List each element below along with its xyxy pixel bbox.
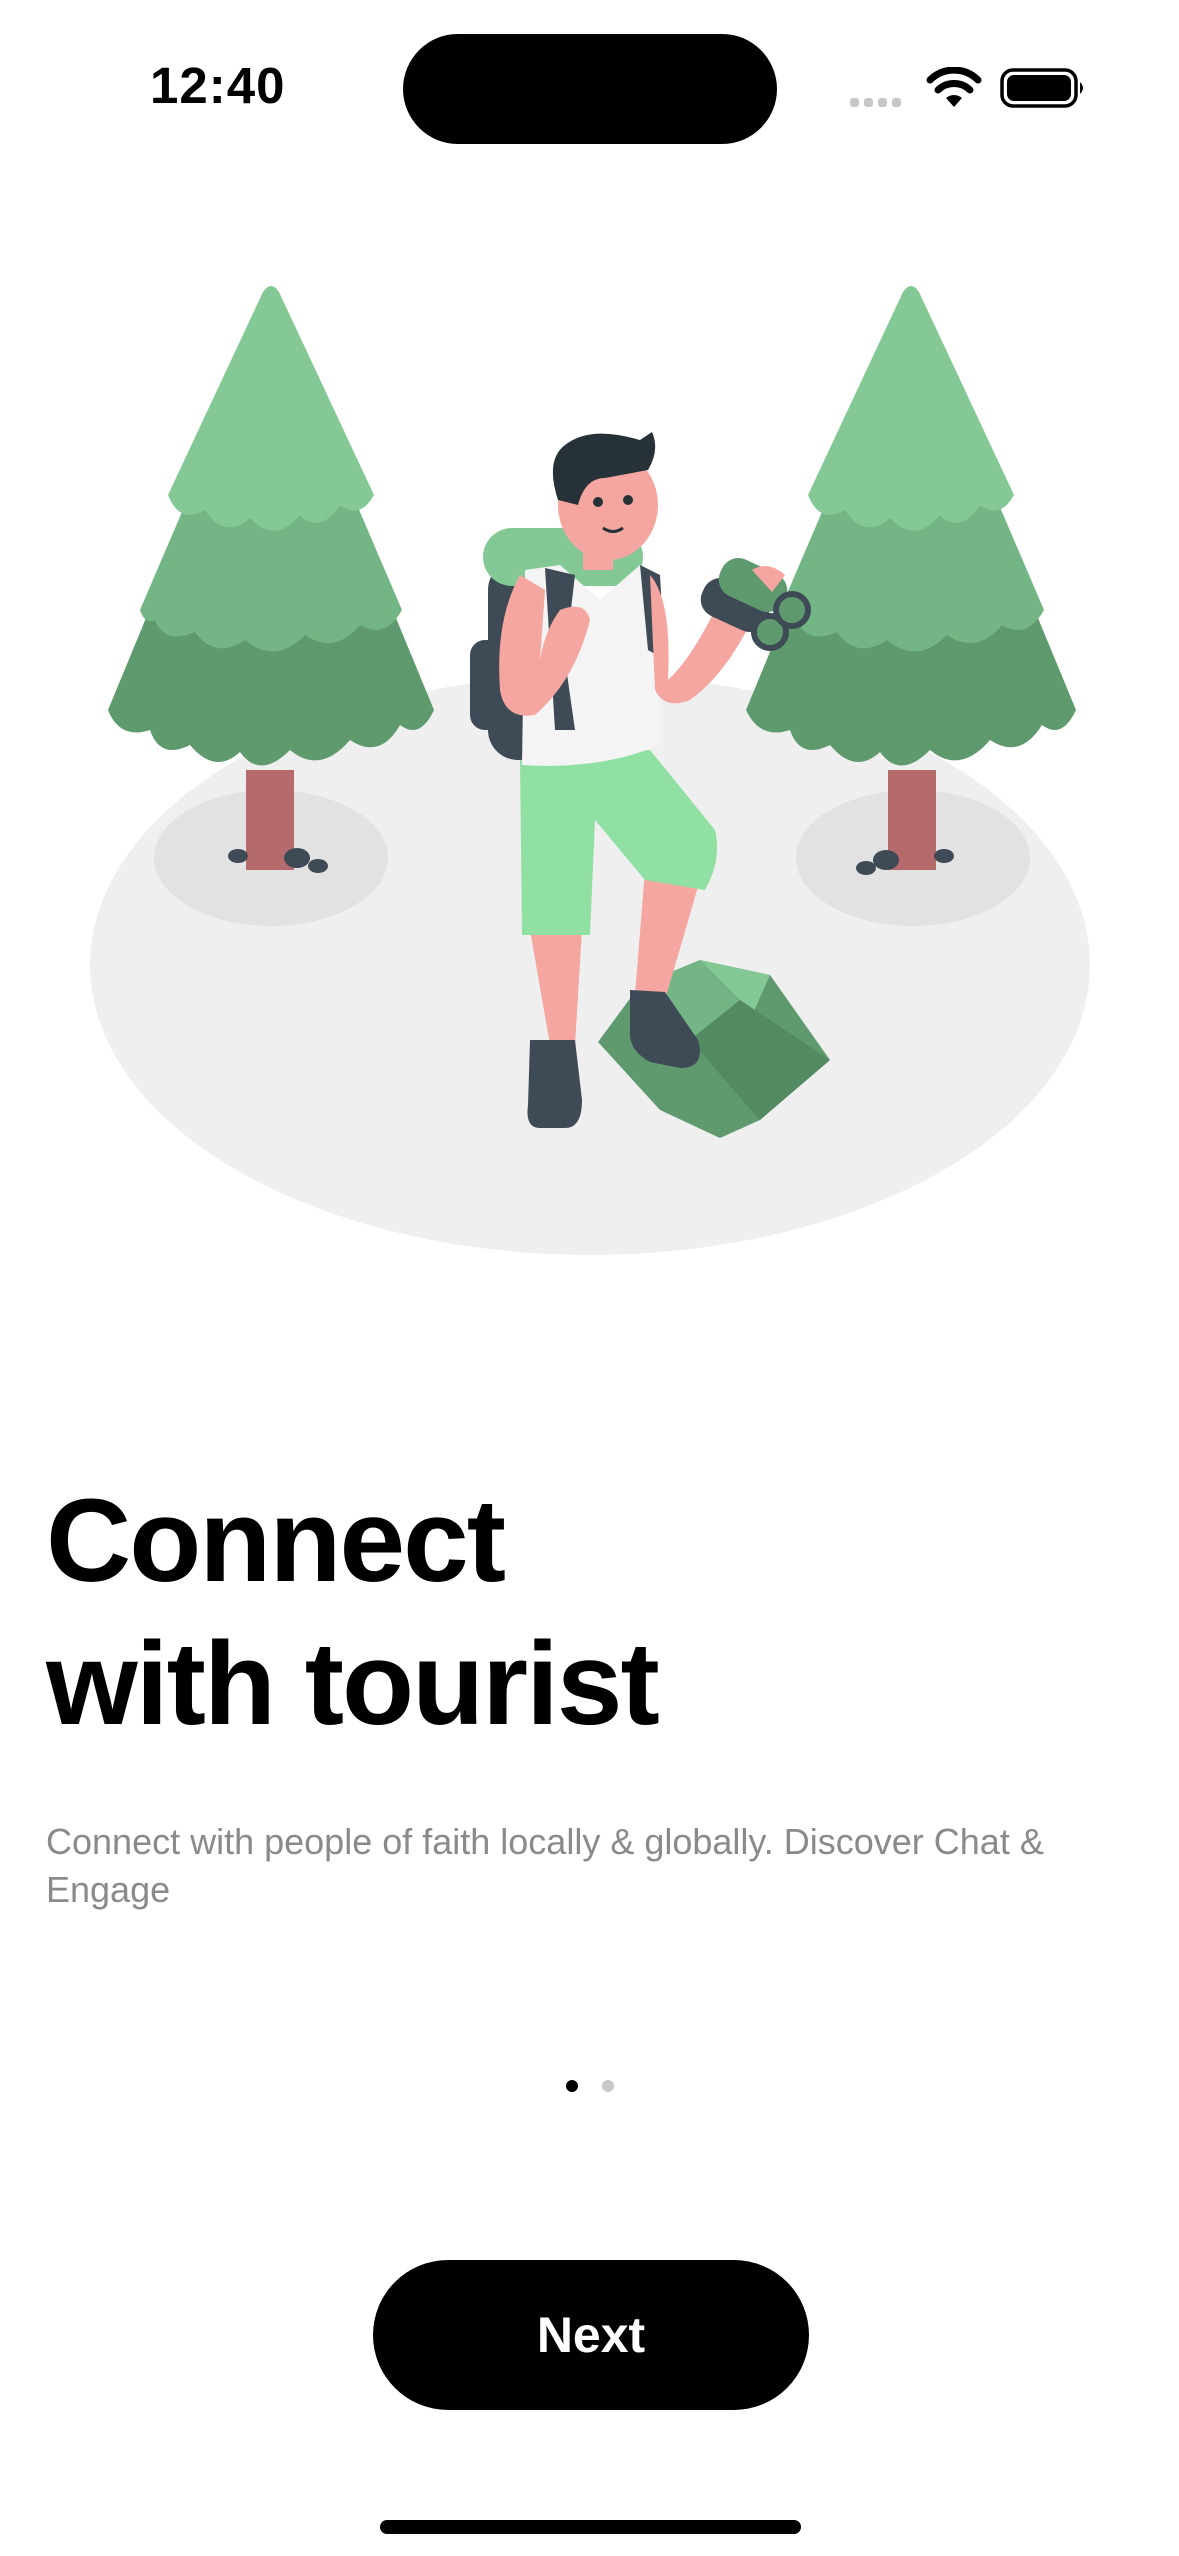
- status-time: 12:40: [150, 57, 286, 114]
- page-dot-active: [566, 2080, 578, 2092]
- wifi-icon: [926, 67, 982, 107]
- home-indicator: [380, 2520, 801, 2534]
- status-bar: 12:40: [0, 0, 1179, 180]
- hiker-illustration: [90, 286, 1090, 1255]
- battery-icon: [1000, 68, 1083, 108]
- dynamic-island: [403, 34, 777, 144]
- onboarding-subtitle: Connect with people of faith locally & g…: [46, 1821, 1044, 1910]
- onboarding-title: Connect with tourist: [46, 1475, 660, 1750]
- page-dot-inactive: [602, 2080, 614, 2092]
- next-button[interactable]: Next: [373, 2260, 809, 2410]
